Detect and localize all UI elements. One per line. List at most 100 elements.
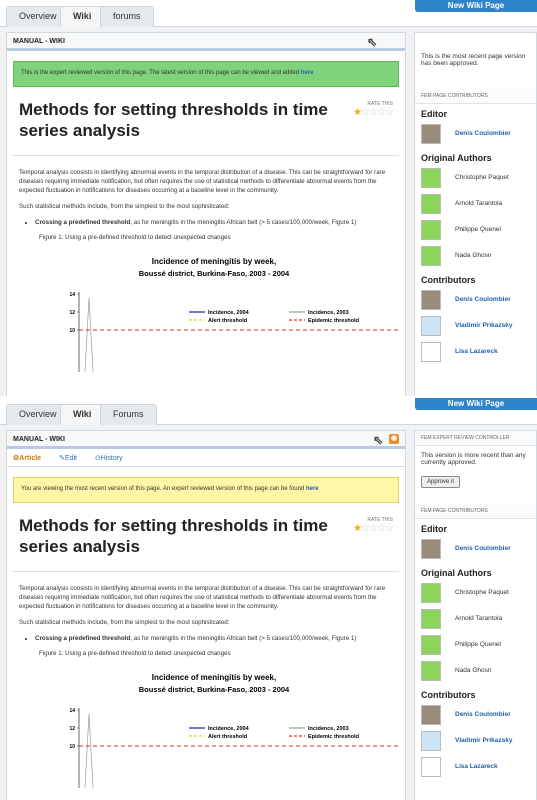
notice-here-link[interactable]: here bbox=[301, 70, 314, 76]
contributors-heading: Contributors bbox=[421, 275, 476, 285]
author-entry: Nada Ghosn bbox=[415, 659, 536, 685]
chart-title: Incidence of meningitis by week, bbox=[152, 673, 276, 682]
tab-forums[interactable]: Forums bbox=[100, 404, 157, 425]
contributor-name-link[interactable]: Vladimir Prikazsky bbox=[455, 322, 512, 329]
editor-heading: Editor bbox=[421, 524, 447, 534]
contributors-heading: Contributors bbox=[421, 690, 476, 700]
bullet-text: , as for meningitis in the meningitis Af… bbox=[130, 219, 357, 226]
legend-label: Incidence, 2003 bbox=[308, 310, 349, 316]
star-rating-icon[interactable]: ★☆☆☆☆ bbox=[353, 107, 394, 118]
legend-label: Incidence, 2004 bbox=[208, 310, 250, 316]
author-name: Christophe Paquet bbox=[455, 589, 509, 596]
figure-caption: Figure 1: Using a pre-defined threshold … bbox=[39, 234, 231, 241]
y-tick-label: 12 bbox=[69, 310, 75, 316]
legend-label: Epidemic threshold bbox=[308, 318, 359, 324]
avatar bbox=[421, 246, 441, 266]
avatar bbox=[421, 220, 441, 240]
contributor-name-link[interactable]: Denis Coulombier bbox=[455, 296, 511, 303]
contributor-entry[interactable]: Vladimir Prikazsky bbox=[415, 314, 536, 340]
editor-name-link[interactable]: Denis Coulombier bbox=[455, 130, 511, 137]
methods-list: Crossing a predefined threshold, as for … bbox=[35, 218, 393, 227]
panel-header: MANUAL - WIKI ⇖ ◉ bbox=[7, 431, 405, 449]
star-rating-icon[interactable]: ★☆☆☆☆ bbox=[353, 523, 394, 534]
chart-svg-1: Incidence of meningitis by week, Boussé d… bbox=[69, 257, 399, 372]
subtab-article[interactable]: ⚙Article bbox=[13, 455, 41, 462]
contributor-name-link[interactable]: Lisa Lazareck bbox=[455, 348, 498, 355]
subtab-label: Edit bbox=[64, 455, 77, 462]
series-incidence-2003-line bbox=[84, 297, 94, 372]
meningitis-chart: Incidence of meningitis by week, Boussé d… bbox=[19, 252, 399, 372]
screenshot-latest-version: Overview Wiki Forums New Wiki Page MANUA… bbox=[0, 398, 537, 800]
article-title-row: Methods for setting thresholds in time s… bbox=[19, 99, 405, 151]
contributor-entry[interactable]: Lisa Lazareck bbox=[415, 340, 536, 366]
tab-wiki[interactable]: Wiki bbox=[60, 404, 105, 425]
article-body: Temporal analysis consists in identifyin… bbox=[7, 576, 405, 788]
article-body: Temporal analysis consists in identifyin… bbox=[7, 160, 405, 372]
legend-label: Alert threshold bbox=[208, 734, 247, 740]
version-status-text: This is the most recent page version has… bbox=[421, 53, 526, 67]
avatar bbox=[421, 539, 441, 559]
author-entry: Philippe Quenel bbox=[415, 633, 536, 659]
bullet-bold: Crossing a predefined threshold bbox=[35, 635, 131, 642]
review-status-text: This version is more recent than any cur… bbox=[421, 452, 526, 466]
chart-title: Incidence of meningitis by week, bbox=[152, 257, 276, 266]
new-wiki-page-button[interactable]: New Wiki Page bbox=[415, 398, 537, 410]
authors-heading: Original Authors bbox=[421, 153, 492, 163]
avatar bbox=[421, 316, 441, 336]
figure-caption: Figure 1: Using a pre-defined threshold … bbox=[39, 650, 231, 657]
avatar bbox=[421, 342, 441, 362]
contributor-name-link[interactable]: Vladimir Prikazsky bbox=[455, 737, 512, 744]
editor-entry[interactable]: Denis Coulombier bbox=[415, 122, 536, 148]
sidebar: This is the most recent page version has… bbox=[414, 32, 537, 398]
rating-widget[interactable]: RATE THIS ★☆☆☆☆ bbox=[353, 101, 394, 118]
avatar bbox=[421, 757, 441, 777]
editor-name-link[interactable]: Denis Coulombier bbox=[455, 545, 511, 552]
contributors-section-title: FEM PAGE CONTRIBUTORS bbox=[415, 504, 536, 519]
tab-wiki[interactable]: Wiki bbox=[60, 6, 105, 27]
subtab-history[interactable]: ⊙History bbox=[95, 455, 123, 462]
avatar bbox=[421, 731, 441, 751]
contributor-name-link[interactable]: Denis Coulombier bbox=[455, 711, 511, 718]
contributor-entry[interactable]: Denis Coulombier bbox=[415, 288, 536, 314]
meningitis-chart: Incidence of meningitis by week, Boussé d… bbox=[19, 668, 399, 788]
article-subtabs: ⚙Article ✎Edit ⊙History bbox=[7, 449, 405, 467]
screenshot-expert-version: Overview Wiki forums New Wiki Page MANUA… bbox=[0, 0, 537, 398]
y-tick-label: 10 bbox=[69, 328, 75, 334]
contributor-name-link[interactable]: Lisa Lazareck bbox=[455, 763, 498, 770]
contributor-entry[interactable]: Denis Coulombier bbox=[415, 703, 536, 729]
subtab-edit[interactable]: ✎Edit bbox=[59, 455, 77, 462]
avatar bbox=[421, 168, 441, 188]
author-entry: Christophe Paquet bbox=[415, 166, 536, 192]
editor-heading: Editor bbox=[421, 109, 447, 119]
subtab-label: Article bbox=[19, 455, 42, 462]
subtab-label: History bbox=[100, 455, 123, 462]
authors-heading: Original Authors bbox=[421, 568, 492, 578]
contributor-entry[interactable]: Lisa Lazareck bbox=[415, 755, 536, 781]
approve-button[interactable]: Approve it bbox=[421, 476, 461, 488]
author-entry: Arnold Tarantola bbox=[415, 607, 536, 633]
notice-here-link[interactable]: here bbox=[306, 486, 319, 492]
author-name: Philippe Quenel bbox=[455, 226, 501, 233]
contributors-section-title: FEM PAGE CONTRIBUTORS bbox=[415, 89, 536, 104]
avatar bbox=[421, 609, 441, 629]
y-tick-label: 14 bbox=[69, 292, 75, 298]
y-tick-label: 12 bbox=[69, 726, 75, 732]
latest-version-notice: You are viewing the most recent version … bbox=[13, 477, 399, 503]
top-tabs: Overview Wiki Forums New Wiki Page bbox=[0, 398, 537, 425]
wiki-main-panel: MANUAL - WIKI ⇖ This is the expert revie… bbox=[6, 32, 406, 398]
chart-svg-2: Incidence of meningitis by week, Boussé d… bbox=[69, 673, 399, 788]
new-wiki-page-button[interactable]: New Wiki Page bbox=[415, 0, 537, 12]
chart-subtitle: Boussé district, Burkina-Faso, 2003 - 20… bbox=[139, 685, 290, 694]
tab-forums[interactable]: forums bbox=[100, 6, 154, 27]
panel-title: MANUAL - WIKI bbox=[13, 436, 65, 443]
notice-text: This is the expert reviewed version of t… bbox=[21, 70, 301, 76]
rating-widget[interactable]: RATE THIS ★☆☆☆☆ bbox=[353, 517, 394, 534]
mouse-cursor-icon: ⇖ bbox=[366, 35, 377, 49]
rss-feed-icon[interactable]: ◉ bbox=[389, 434, 399, 444]
contributor-entry[interactable]: Vladimir Prikazsky bbox=[415, 729, 536, 755]
editor-entry[interactable]: Denis Coulombier bbox=[415, 537, 536, 563]
avatar bbox=[421, 290, 441, 310]
bullet-bold: Crossing a predefined threshold bbox=[35, 219, 131, 226]
author-name: Arnold Tarantola bbox=[455, 200, 503, 207]
divider bbox=[13, 571, 399, 572]
